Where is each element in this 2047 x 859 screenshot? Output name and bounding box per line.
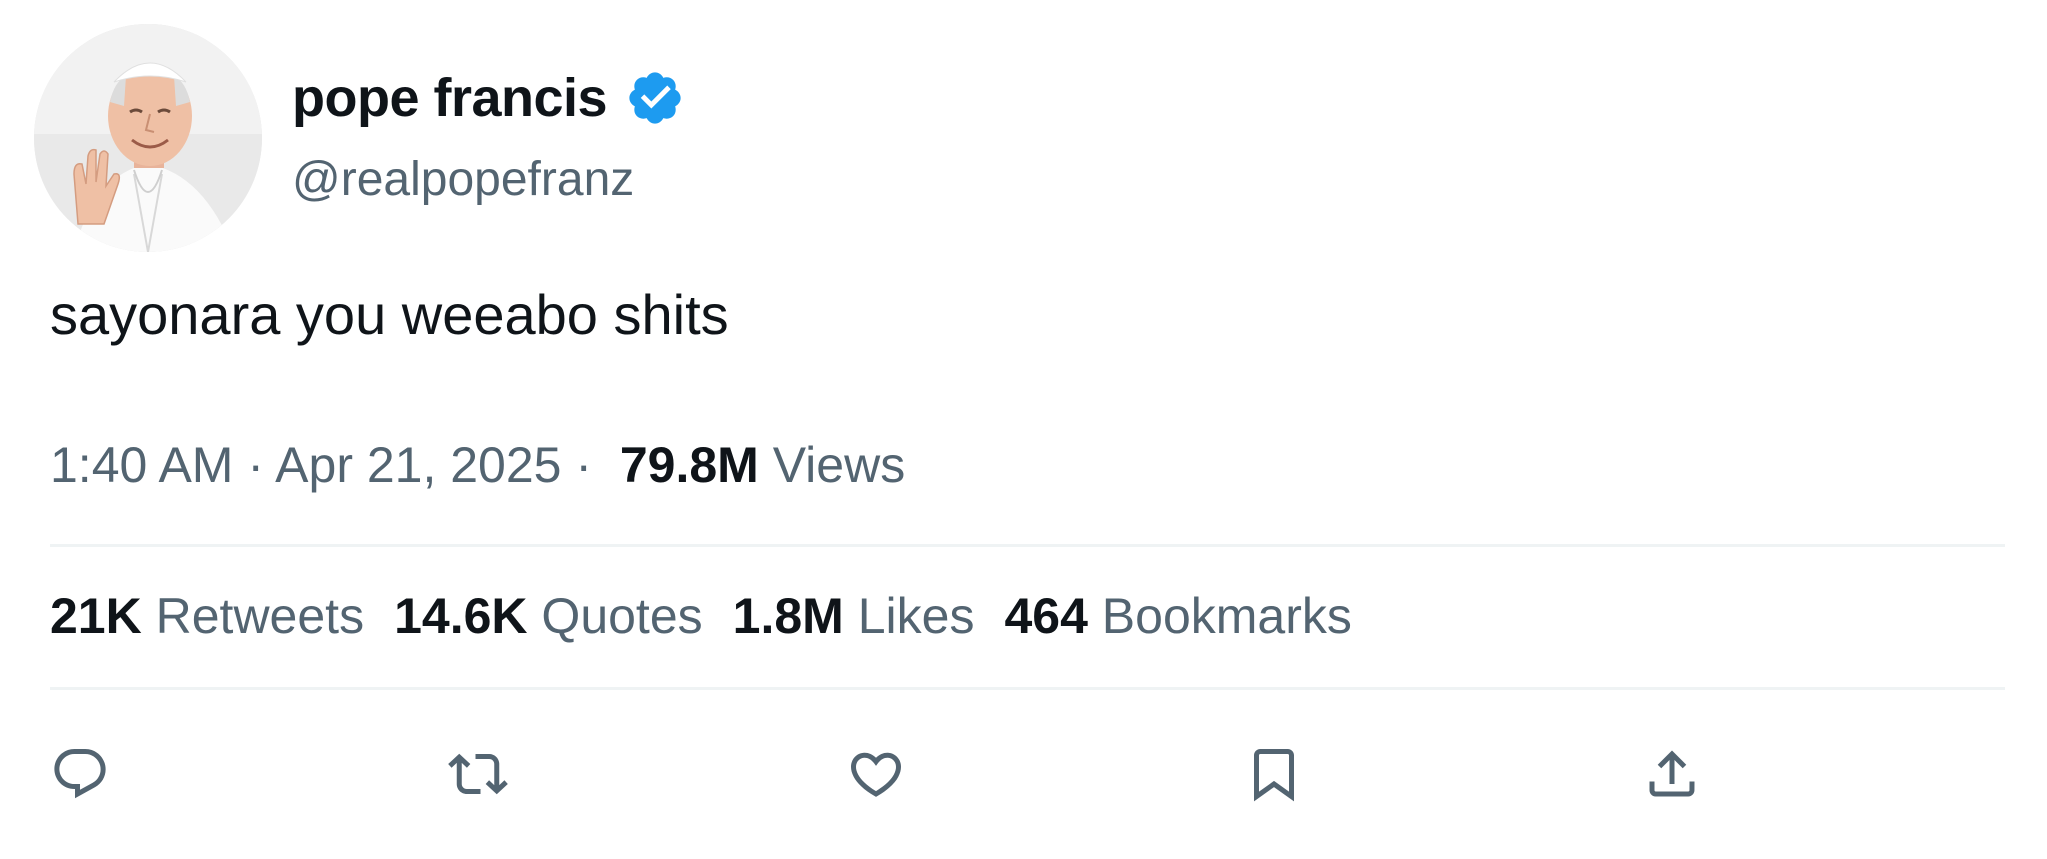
- retweets-stat[interactable]: 21K Retweets: [50, 587, 364, 645]
- engagement-stats: 21K Retweets 14.6K Quotes 1.8M Likes 464 Bo…: [50, 587, 1382, 645]
- author-name-row[interactable]: pope francis: [292, 62, 685, 134]
- like-button[interactable]: [846, 744, 906, 804]
- avatar-image: [34, 24, 262, 252]
- bookmarks-stat[interactable]: 464 Bookmarks: [1004, 587, 1351, 645]
- tweet-text: sayonara you weeabo shits: [50, 283, 729, 346]
- bookmark-button[interactable]: [1244, 744, 1304, 804]
- share-icon: [1649, 750, 1695, 797]
- quotes-stat[interactable]: 14.6K Quotes: [394, 587, 703, 645]
- reply-icon: [54, 749, 106, 799]
- avatar[interactable]: [34, 24, 262, 252]
- retweet-icon: [448, 753, 508, 795]
- heart-icon: [850, 752, 902, 797]
- reply-button[interactable]: [50, 744, 110, 804]
- views-count[interactable]: 79.8M: [620, 437, 759, 493]
- divider: [50, 687, 2005, 690]
- verified-badge-icon[interactable]: [625, 68, 685, 128]
- meta-separator: ·: [247, 437, 265, 493]
- share-button[interactable]: [1642, 744, 1702, 804]
- likes-stat[interactable]: 1.8M Likes: [733, 587, 975, 645]
- views-label: Views: [772, 437, 906, 493]
- retweet-button[interactable]: [448, 744, 508, 804]
- display-name[interactable]: pope francis: [292, 67, 608, 129]
- meta-separator: ·: [575, 437, 593, 493]
- tweet-time[interactable]: 1:40 AM: [50, 437, 233, 493]
- tweet-meta: 1:40 AM · Apr 21, 2025 · 79.8M Views: [50, 436, 905, 494]
- bookmark-icon: [1254, 749, 1294, 802]
- tweet-date[interactable]: Apr 21, 2025: [275, 437, 561, 493]
- user-handle[interactable]: @realpopefranz: [292, 152, 634, 207]
- divider: [50, 544, 2005, 547]
